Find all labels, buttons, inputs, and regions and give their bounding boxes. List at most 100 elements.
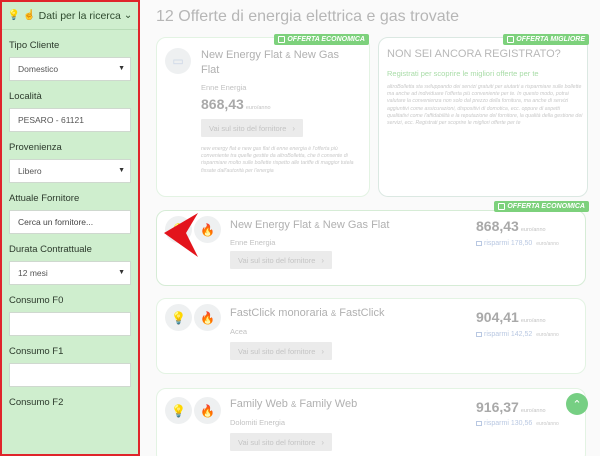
saving-unit: euro/anno: [536, 420, 559, 427]
sidebar-header[interactable]: 💡 ☝ Dati per la ricerca ⌄: [2, 2, 138, 30]
offer-price: 868,43 euro/anno: [201, 96, 271, 112]
chevron-right-icon: ›: [321, 346, 325, 356]
caret-down-icon: ▼: [118, 269, 125, 276]
price-value: 916,37: [476, 399, 519, 415]
register-card: OFFERTA MIGLIORE NON SEI ANCORA REGISTRA…: [378, 34, 589, 197]
vai-sito-fornitore-button[interactable]: Vai sul sito del fornitore ›: [201, 119, 304, 137]
field-label: Provenienza: [9, 142, 62, 153]
sidebar-header-label: Dati per la ricerca: [38, 9, 121, 22]
register-title: NON SEI ANCORA REGISTRATO?: [387, 48, 561, 60]
vai-sito-fornitore-button[interactable]: Vai sul sito del fornitore ›: [230, 342, 333, 360]
pointer-arrow-icon: [164, 213, 198, 257]
field-consumo-f2: Consumo F2: [2, 397, 138, 408]
field-label: Località: [9, 91, 42, 102]
offer-title: FastClick monoraria & FastClick: [230, 307, 385, 319]
field-label: Consumo F0: [9, 295, 64, 306]
field-label: Consumo F2: [9, 397, 64, 408]
offer-name-b: Family Web: [299, 398, 358, 410]
price-value: 904,41: [476, 309, 519, 325]
register-fine-print: altroBolletta sta sviluppando dei serviz…: [387, 84, 583, 127]
badge-label: OFFERTA ECONOMICA: [287, 36, 365, 43]
price-value: 868,43: [201, 96, 244, 112]
durata-select[interactable]: 12 mesi ▼: [9, 261, 131, 285]
price-unit: euro/anno: [245, 105, 271, 111]
field-provenienza: Provenienza Libero ▼: [2, 142, 138, 183]
tipo-cliente-select[interactable]: Domestico ▼: [9, 57, 131, 81]
offer-title: Family Web & Family Web: [230, 398, 357, 410]
cta-label: Vai sul sito del fornitore: [238, 346, 316, 356]
field-durata: Durata Contrattuale 12 mesi ▼: [2, 244, 138, 285]
offer-price: 868,43 euro/anno: [476, 218, 546, 234]
field-label: Consumo F1: [9, 346, 64, 357]
field-localita: Località PESARO - 61121: [2, 91, 138, 132]
price-unit: euro/anno: [520, 408, 546, 414]
offerta-migliore-badge: OFFERTA MIGLIORE: [503, 34, 589, 45]
badge-label: OFFERTA ECONOMICA: [507, 203, 585, 210]
ampersand: &: [330, 309, 337, 318]
trophy-icon: [507, 36, 515, 43]
electricity-bulb-icon: 💡: [165, 304, 192, 331]
wallet-icon: [476, 332, 482, 337]
featured-fine-print: new energy flat e new gas flat di enne e…: [201, 146, 354, 174]
provenienza-select[interactable]: Libero ▼: [9, 159, 131, 183]
saving-value: risparmi 142,52: [484, 331, 533, 338]
offer-name-a: New Energy Flat: [230, 219, 312, 231]
price-value: 868,43: [476, 218, 519, 234]
offer-title: New Energy Flat & New Gas Flat: [201, 48, 357, 77]
field-label: Durata Contrattuale: [9, 244, 92, 255]
chevron-right-icon: ›: [321, 437, 325, 447]
offer-price: 904,41 euro/anno: [476, 309, 546, 325]
badge-label: OFFERTA MIGLIORE: [516, 36, 585, 43]
offer-name-a: Family Web: [230, 398, 288, 410]
saving-info: risparmi 178,50 euro/anno: [476, 240, 559, 247]
cta-label: Vai sul sito del fornitore: [209, 123, 287, 133]
offer-card: OFFERTA ECONOMICA 💡 🔥 New Energy Flat & …: [156, 201, 589, 286]
ampersand: &: [290, 400, 297, 409]
register-link[interactable]: Registrati per scoprire le migliori offe…: [387, 69, 539, 78]
saving-unit: euro/anno: [536, 331, 559, 338]
input-placeholder: Cerca un fornitore...: [18, 217, 94, 227]
chevron-up-icon: ⌃: [572, 398, 582, 411]
consumo-f1-input[interactable]: [9, 363, 131, 387]
hand-icon: ☝: [23, 10, 36, 21]
results-title: 12 Offerte di energia elettrica e gas tr…: [156, 8, 459, 25]
input-value: PESARO - 61121: [18, 115, 84, 125]
tag-icon: [498, 203, 506, 210]
cta-label: Vai sul sito del fornitore: [238, 255, 316, 265]
localita-input[interactable]: PESARO - 61121: [9, 108, 131, 132]
offer-card: 💡 🔥 FastClick monoraria & FastClick Acea…: [156, 298, 586, 374]
ampersand: &: [285, 51, 291, 60]
lightbulb-icon: 💡: [7, 10, 21, 21]
provider-name: Enne Energia: [230, 238, 276, 247]
caret-down-icon: ▼: [118, 167, 125, 174]
gas-flame-icon: 🔥: [194, 397, 221, 424]
saving-value: risparmi 130,56: [484, 420, 533, 427]
provider-name: Dolomiti Energia: [230, 418, 286, 427]
ampersand: &: [314, 221, 320, 230]
wallet-icon: [476, 241, 482, 246]
vai-sito-fornitore-button[interactable]: Vai sul sito del fornitore ›: [230, 251, 333, 269]
saving-unit: euro/anno: [536, 240, 559, 247]
chevron-down-icon: ⌄: [123, 10, 133, 21]
field-attuale-fornitore: Attuale Fornitore Cerca un fornitore...: [2, 193, 138, 234]
search-sidebar: 💡 ☝ Dati per la ricerca ⌄ Tipo Cliente D…: [0, 0, 140, 456]
consumo-f0-input[interactable]: [9, 312, 131, 336]
offer-card: 💡 🔥 Family Web & Family Web Dolomiti Ene…: [156, 388, 586, 456]
offer-title: New Energy Flat & New Gas Flat: [230, 219, 389, 231]
cta-label: Vai sul sito del fornitore: [238, 437, 316, 447]
fornitore-search-input[interactable]: Cerca un fornitore...: [9, 210, 131, 234]
offer-name-a: FastClick monoraria: [230, 307, 328, 319]
select-value: Domestico: [18, 64, 59, 74]
gas-flame-icon: 🔥: [194, 304, 221, 331]
field-consumo-f1: Consumo F1: [2, 346, 138, 387]
saving-info: risparmi 130,56 euro/anno: [476, 420, 559, 427]
saving-info: risparmi 142,52 euro/anno: [476, 331, 559, 338]
scroll-to-top-button[interactable]: ⌃: [566, 393, 588, 415]
featured-offer-card: OFFERTA ECONOMICA ▭ New Energy Flat & Ne…: [156, 34, 370, 197]
field-label: Tipo Cliente: [9, 40, 60, 51]
select-value: 12 mesi: [18, 268, 48, 278]
offer-price: 916,37 euro/anno: [476, 399, 546, 415]
electricity-bulb-icon: 💡: [165, 397, 192, 424]
vai-sito-fornitore-button[interactable]: Vai sul sito del fornitore ›: [230, 433, 333, 451]
price-unit: euro/anno: [520, 318, 546, 324]
